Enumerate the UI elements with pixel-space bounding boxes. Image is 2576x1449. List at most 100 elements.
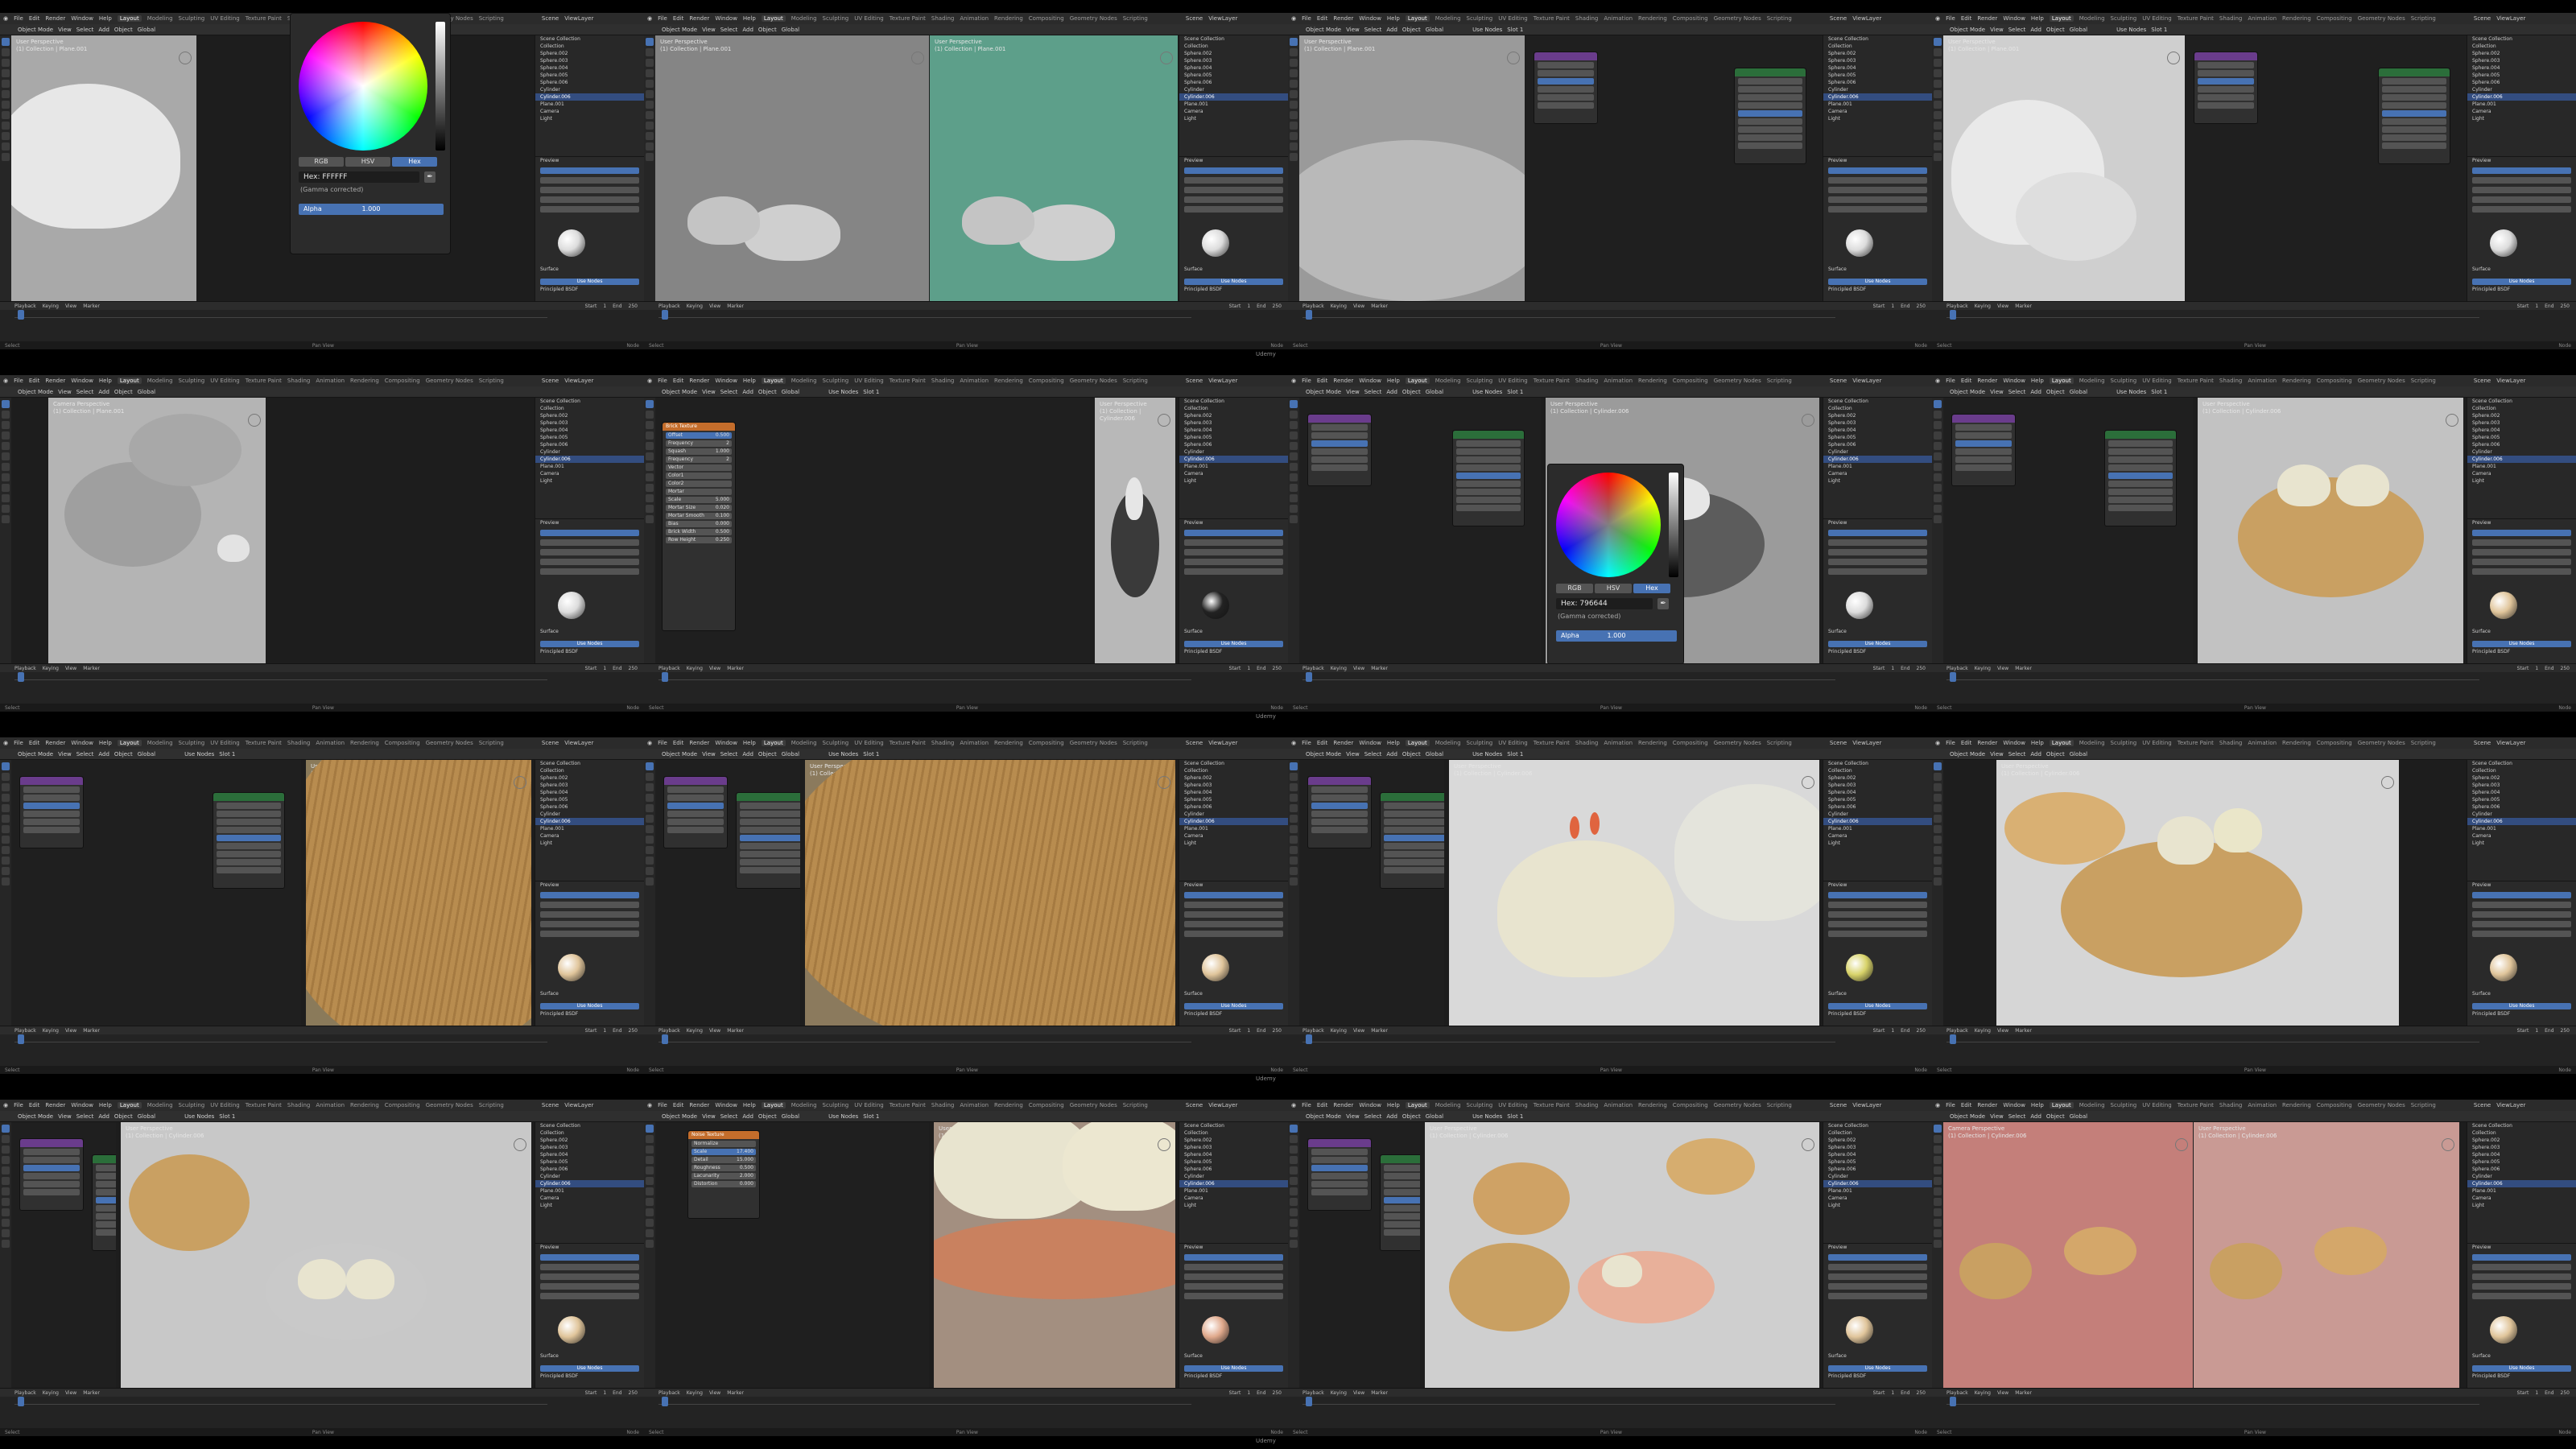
timeline-menu-item[interactable]: Playback: [1302, 303, 1324, 309]
outliner-item[interactable]: Light: [1823, 477, 1932, 485]
tab-workspace-10[interactable]: Scripting: [1767, 15, 1792, 22]
node-field[interactable]: [1384, 1173, 1420, 1179]
blender-logo-icon[interactable]: ◉: [1935, 740, 1940, 746]
slot-dropdown[interactable]: Slot 1: [2151, 389, 2167, 395]
tool-icon[interactable]: [646, 877, 654, 886]
tool-icon[interactable]: [2, 59, 10, 67]
node-editor[interactable]: [1299, 1122, 1420, 1388]
property-field[interactable]: [1828, 187, 1927, 193]
node-field[interactable]: [1384, 1221, 1420, 1228]
outliner-item[interactable]: Scene Collection: [1179, 35, 1288, 43]
playhead-handle[interactable]: [1950, 672, 1956, 682]
tool-icon[interactable]: [2, 1166, 10, 1174]
slot-dropdown[interactable]: Slot 1: [1507, 1113, 1523, 1120]
outliner-item[interactable]: Sphere.002: [2467, 1137, 2576, 1144]
tab-workspace-9[interactable]: Geometry Nodes: [1070, 15, 1117, 22]
outliner-item[interactable]: Plane.001: [2467, 101, 2576, 108]
tab-workspace-9[interactable]: Geometry Nodes: [1714, 15, 1761, 22]
end-frame-field[interactable]: 250: [1917, 666, 1926, 671]
header-menu-add[interactable]: Add: [98, 389, 109, 395]
node-field[interactable]: [2198, 86, 2254, 93]
surface-shader[interactable]: Principled BSDF: [1823, 1373, 1866, 1380]
tool-icon[interactable]: [1934, 463, 1942, 471]
preview-label[interactable]: Preview: [1179, 519, 1288, 526]
outliner-item[interactable]: Sphere.006: [1179, 79, 1288, 86]
tool-icon[interactable]: [646, 867, 654, 875]
header-menu-view[interactable]: View: [702, 751, 716, 758]
property-field[interactable]: [1828, 1293, 1927, 1299]
node-field[interactable]: [23, 1157, 80, 1163]
use-nodes-button[interactable]: Use Nodes: [1828, 279, 1927, 285]
outliner-item[interactable]: Light: [535, 840, 644, 847]
outliner-item[interactable]: Scene Collection: [1179, 760, 1288, 767]
tab-workspace-1[interactable]: Modeling: [147, 378, 173, 384]
tool-icon[interactable]: [646, 111, 654, 119]
outliner-item[interactable]: Sphere.006: [2467, 803, 2576, 811]
tool-icon[interactable]: [1934, 1240, 1942, 1248]
mode-dropdown[interactable]: Object Mode: [662, 389, 697, 395]
playhead-handle[interactable]: [1306, 1034, 1312, 1044]
outliner-item[interactable]: Sphere.005: [2467, 796, 2576, 803]
playhead-handle[interactable]: [18, 1034, 24, 1044]
start-frame-field[interactable]: 1: [1247, 1390, 1250, 1396]
tool-icon[interactable]: [1934, 1166, 1942, 1174]
mode-dropdown[interactable]: Object Mode: [662, 1113, 697, 1120]
node-field[interactable]: [667, 795, 724, 801]
tab-workspace-1[interactable]: Modeling: [147, 15, 173, 22]
outliner-item[interactable]: Cylinder: [2467, 86, 2576, 93]
header-menu-add[interactable]: Add: [2030, 751, 2041, 758]
tab-workspace-8[interactable]: Compositing: [385, 1102, 420, 1108]
outliner-item[interactable]: Light: [1823, 115, 1932, 122]
3d-viewport[interactable]: User Perspective(1) Collection | Cylinde…: [2194, 1122, 2459, 1388]
orientation-dropdown[interactable]: Global: [2070, 1113, 2087, 1120]
timeline-menu-item[interactable]: Playback: [658, 1028, 680, 1034]
property-field[interactable]: [540, 568, 639, 575]
header-menu-add[interactable]: Add: [742, 27, 753, 33]
tool-icon[interactable]: [1290, 1219, 1298, 1227]
header-menu-add[interactable]: Add: [1386, 1113, 1397, 1120]
tool-icon[interactable]: [1290, 877, 1298, 886]
property-field[interactable]: [1184, 931, 1283, 937]
node-field[interactable]: [740, 851, 800, 857]
hex-input[interactable]: Hex: FFFFFF: [299, 171, 419, 183]
node-field[interactable]: [1738, 126, 1802, 133]
menu-file[interactable]: File: [1946, 1102, 1955, 1108]
tab-workspace-7[interactable]: Rendering: [994, 1102, 1023, 1108]
use-nodes-toggle[interactable]: Use Nodes: [184, 1113, 214, 1120]
tool-icon[interactable]: [1290, 1135, 1298, 1143]
surface-shader[interactable]: Principled BSDF: [1823, 286, 1866, 293]
property-field[interactable]: [1828, 1264, 1927, 1270]
tool-icon[interactable]: [1290, 473, 1298, 481]
tab-workspace-4[interactable]: Texture Paint: [890, 1102, 926, 1108]
timeline-menu-item[interactable]: View: [1997, 666, 2008, 671]
surface-shader[interactable]: Principled BSDF: [1179, 1010, 1222, 1018]
property-field[interactable]: [2472, 902, 2571, 908]
outliner-item[interactable]: Camera: [535, 832, 644, 840]
menu-window[interactable]: Window: [1359, 1102, 1381, 1108]
tab-workspace-5[interactable]: Shading: [2219, 1102, 2242, 1108]
timeline-menu-item[interactable]: Playback: [1302, 1390, 1324, 1396]
shader-node[interactable]: [2194, 52, 2258, 124]
tab-workspace-6[interactable]: Animation: [2248, 378, 2277, 384]
outliner-item[interactable]: Sphere.006: [1179, 803, 1288, 811]
timeline-menu-item[interactable]: Playback: [14, 666, 36, 671]
property-field[interactable]: [1184, 902, 1283, 908]
use-nodes-button[interactable]: Use Nodes: [2472, 1003, 2571, 1009]
property-field[interactable]: [1828, 911, 1927, 918]
timeline-ruler[interactable]: [1302, 1036, 1835, 1042]
surface-label[interactable]: Surface: [535, 266, 559, 273]
outliner-item[interactable]: Light: [535, 115, 644, 122]
tool-icon[interactable]: [2, 153, 10, 161]
timeline-menu-item[interactable]: Keying: [687, 303, 703, 309]
property-field[interactable]: [1828, 568, 1927, 575]
outliner-item[interactable]: Sphere.005: [535, 796, 644, 803]
tool-icon[interactable]: [646, 1166, 654, 1174]
property-field[interactable]: [2472, 1293, 2571, 1299]
tool-icon[interactable]: [1934, 825, 1942, 833]
tab-workspace-8[interactable]: Compositing: [2317, 378, 2352, 384]
tool-icon[interactable]: [1290, 1166, 1298, 1174]
tool-icon[interactable]: [646, 1177, 654, 1185]
tool-icon[interactable]: [1290, 762, 1298, 770]
tool-icon[interactable]: [2, 411, 10, 419]
mode-dropdown[interactable]: Object Mode: [1306, 27, 1341, 33]
